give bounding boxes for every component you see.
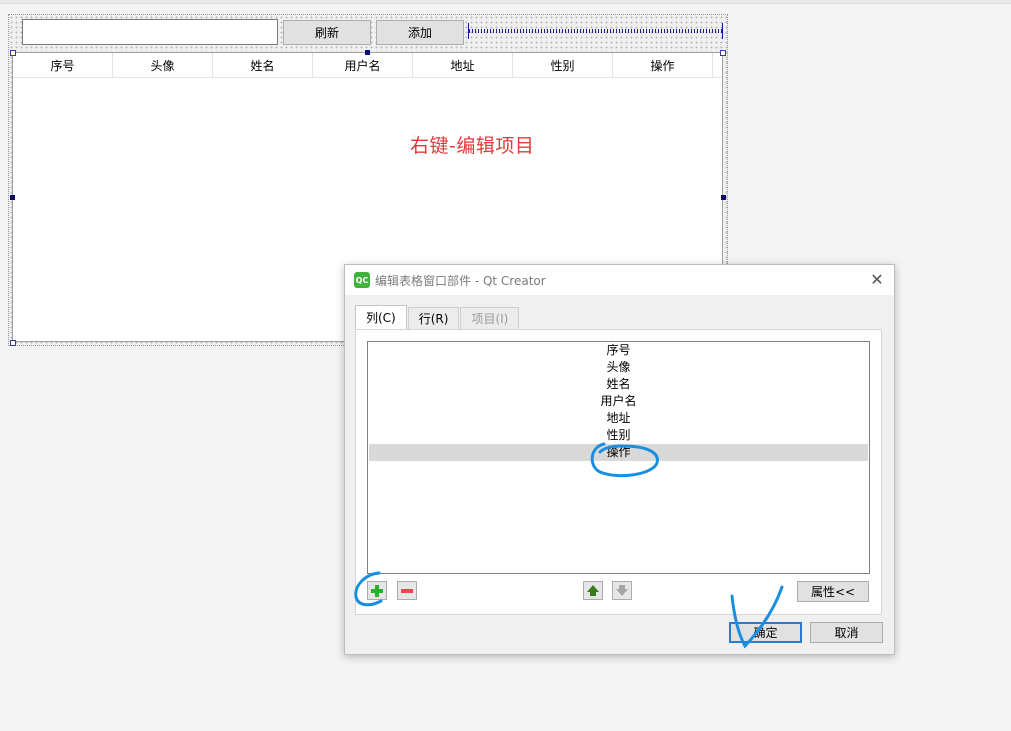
ok-button[interactable]: 确定 [729,622,802,643]
minus-icon [401,588,413,593]
refresh-button[interactable]: 刷新 [283,20,371,45]
properties-toggle-button[interactable]: 属性<< [797,581,869,602]
arrow-down-icon [616,585,628,596]
edit-table-widget-dialog: QC 编辑表格窗口部件 - Qt Creator ✕ 列(C) 行(R) 项目(… [344,264,895,655]
list-item-selected[interactable]: 操作 [369,444,868,461]
table-header-cell[interactable]: 头像 [113,53,213,77]
qc-icon: QC [354,272,370,288]
add-column-button[interactable] [367,581,387,600]
list-item[interactable]: 用户名 [369,393,868,410]
add-button[interactable]: 添加 [376,20,464,45]
move-up-button[interactable] [583,581,603,600]
selection-handle[interactable] [721,195,726,200]
tab-bar: 列(C) 行(R) 项目(I) [355,305,520,329]
dialog-title: 编辑表格窗口部件 - Qt Creator [375,274,546,288]
list-item[interactable]: 序号 [369,342,868,359]
hint-text: 右键-编辑项目 [410,135,535,157]
dialog-titlebar[interactable]: QC 编辑表格窗口部件 - Qt Creator ✕ [345,265,894,295]
tab-items: 项目(I) [460,307,520,329]
table-header-cell[interactable]: 序号 [13,53,113,77]
tab-columns[interactable]: 列(C) [355,305,407,329]
table-header-cell[interactable]: 用户名 [313,53,413,77]
delete-column-button[interactable] [397,581,417,600]
selection-handle[interactable] [10,195,15,200]
tab-rows[interactable]: 行(R) [407,307,460,329]
selection-handle[interactable] [720,50,726,56]
selection-handle[interactable] [10,50,16,56]
close-icon[interactable]: ✕ [868,270,886,289]
selection-handle[interactable] [365,50,370,55]
table-header-cell[interactable]: 性别 [513,53,613,77]
table-header-cell[interactable]: 操作 [613,53,713,77]
list-item[interactable]: 性别 [369,427,868,444]
move-down-button[interactable] [612,581,632,600]
window-top-strip [0,0,1011,4]
arrow-up-icon [587,585,599,596]
search-line-edit[interactable] [22,19,278,45]
list-item[interactable]: 姓名 [369,376,868,393]
table-header-cell[interactable]: 姓名 [213,53,313,77]
list-item[interactable]: 地址 [369,410,868,427]
plus-icon [371,584,383,597]
columns-list[interactable]: 序号 头像 姓名 用户名 地址 性别 操作 [367,341,870,574]
horizontal-spacer[interactable] [468,23,723,39]
selection-handle[interactable] [10,340,16,346]
table-header-cell[interactable]: 地址 [413,53,513,77]
table-header: 序号 头像 姓名 用户名 地址 性别 操作 [13,53,722,78]
cancel-button[interactable]: 取消 [810,622,883,643]
columns-tab-pane: 序号 头像 姓名 用户名 地址 性别 操作 属性<< [355,329,882,615]
list-item[interactable]: 头像 [369,359,868,376]
